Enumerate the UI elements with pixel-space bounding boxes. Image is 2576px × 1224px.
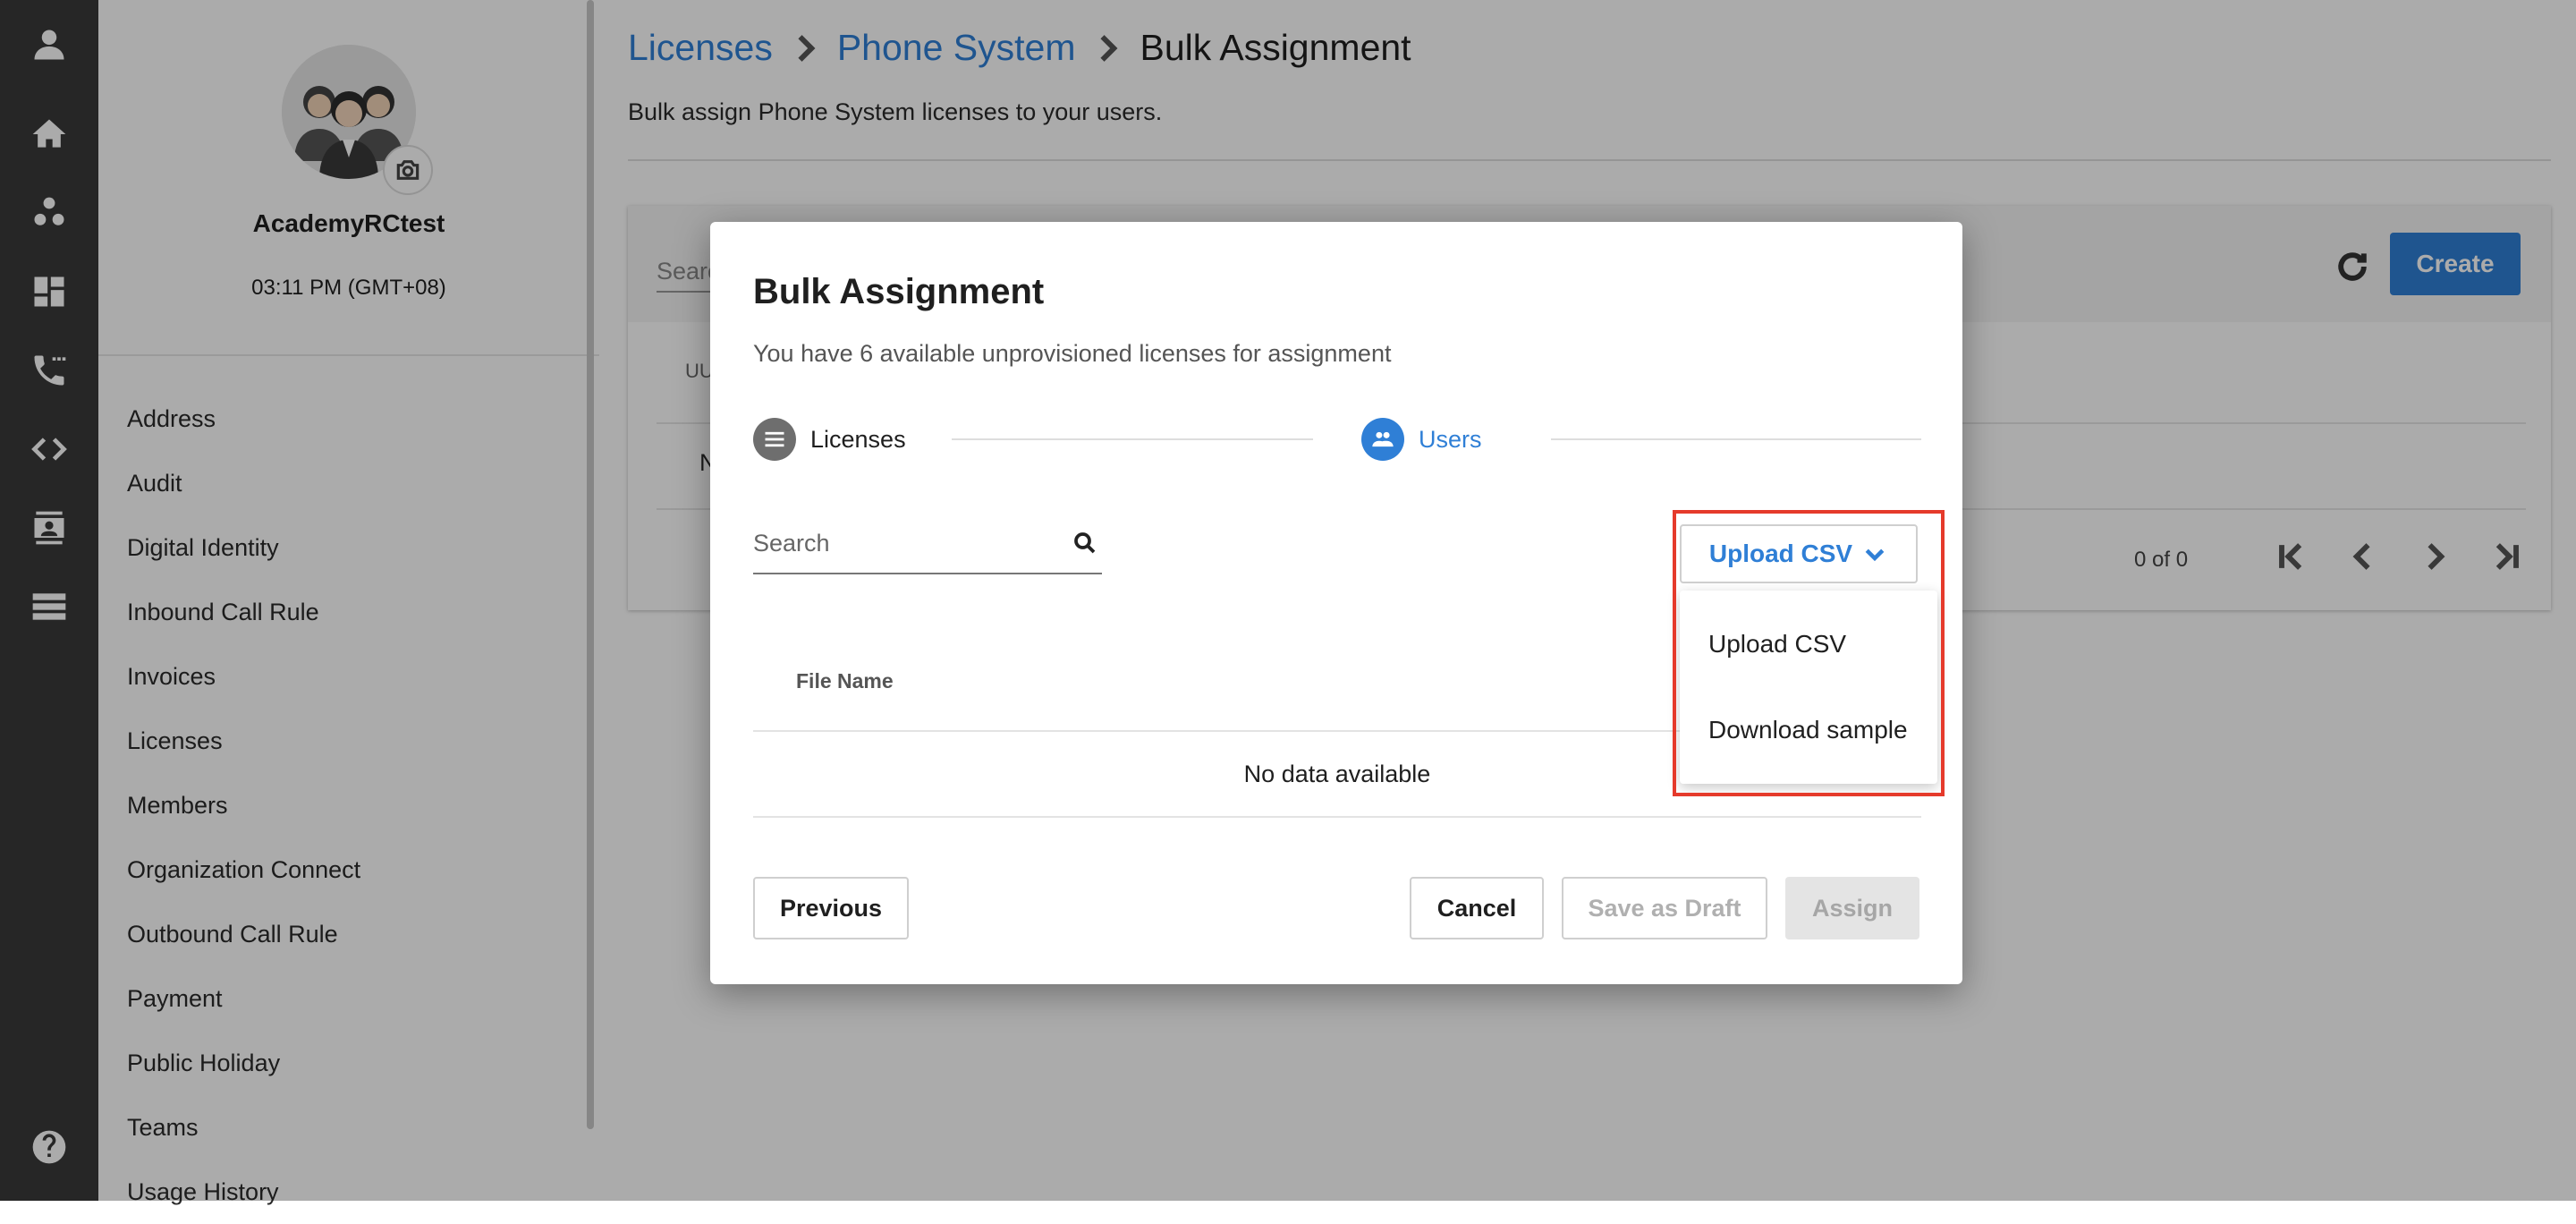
save-as-draft-button[interactable]: Save as Draft	[1562, 877, 1767, 939]
step-connector	[1551, 438, 1921, 440]
cancel-button[interactable]: Cancel	[1410, 877, 1544, 939]
step-connector	[952, 438, 1313, 440]
dialog-title: Bulk Assignment	[753, 272, 1045, 311]
search-icon[interactable]	[1072, 530, 1098, 557]
column-header-file-name[interactable]: File Name	[796, 669, 894, 693]
step-licenses[interactable]: Licenses	[753, 417, 906, 462]
step-users[interactable]: Users	[1361, 417, 1482, 462]
search-input[interactable]	[753, 530, 1048, 557]
group-icon	[1361, 418, 1404, 461]
highlight-annotation	[1673, 510, 1945, 796]
assign-button[interactable]: Assign	[1785, 877, 1919, 939]
search-field	[753, 524, 1102, 574]
dialog-subtitle: You have 6 available unprovisioned licen…	[753, 340, 1392, 367]
step-label: Licenses	[810, 425, 906, 453]
divider	[753, 816, 1921, 818]
previous-button[interactable]: Previous	[753, 877, 909, 939]
list-icon	[753, 418, 796, 461]
step-label: Users	[1419, 425, 1482, 453]
